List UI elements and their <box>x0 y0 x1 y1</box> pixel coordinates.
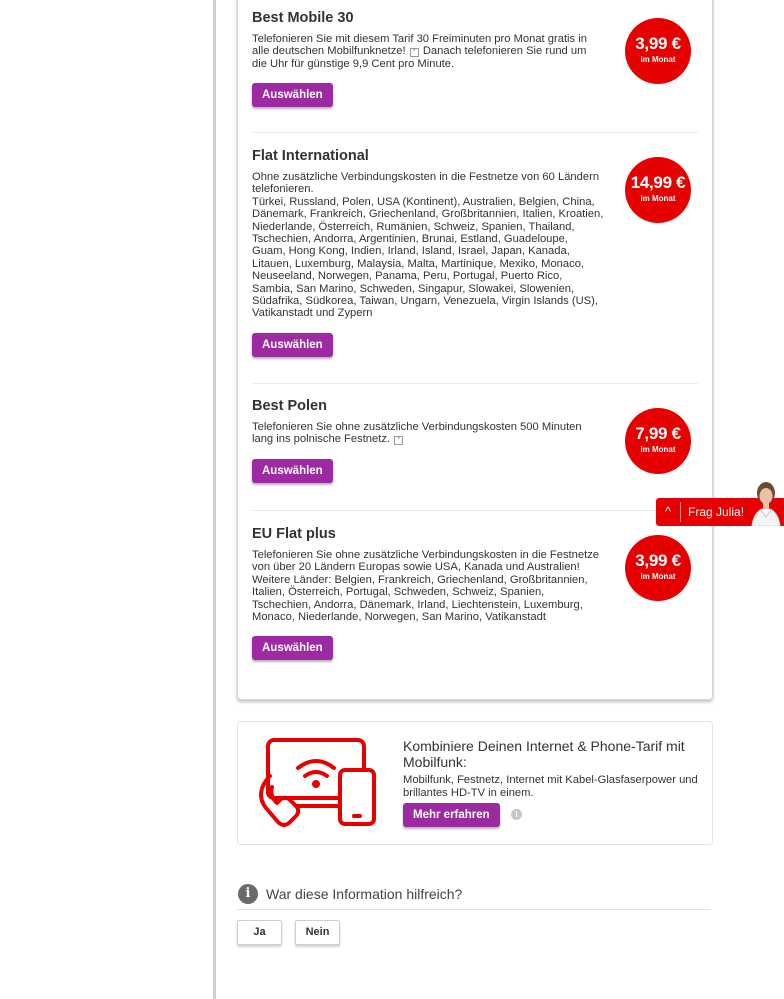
learn-more-button[interactable]: Mehr erfahren <box>403 803 500 827</box>
select-button[interactable]: Auswählen <box>252 83 333 108</box>
no-button[interactable]: Nein <box>295 920 340 945</box>
assistant-avatar[interactable] <box>748 479 784 526</box>
divider <box>252 383 698 384</box>
tariff-description: Telefonieren Sie mit diesem Tarif 30 Fre… <box>252 33 604 70</box>
select-button[interactable]: Auswählen <box>252 636 333 661</box>
divider <box>252 510 698 511</box>
price-period: im Monat <box>640 445 676 454</box>
chat-widget-label: Frag Julia! <box>688 505 745 519</box>
country-list: Weitere Länder: Belgien, Frankreich, Gri… <box>252 573 588 624</box>
footnote-icon[interactable]: * <box>409 48 419 58</box>
tariff-description-text: Telefonieren Sie ohne zusätzliche Verbin… <box>252 549 600 574</box>
tariff-description: Telefonieren Sie ohne zusätzliche Verbin… <box>252 549 604 623</box>
price-amount: 14,99 € <box>630 173 686 192</box>
price-period: im Monat <box>640 194 676 203</box>
info-icon[interactable]: i <box>511 809 522 820</box>
select-button[interactable]: Auswählen <box>252 458 333 483</box>
combo-promo-box: Kombiniere Deinen Internet & Phone-Tarif… <box>237 721 713 845</box>
footnote-icon[interactable]: * <box>394 436 404 446</box>
chat-widget-divider <box>680 502 681 522</box>
tariff-description-text: Ohne zusätzliche Verbindungskosten in di… <box>252 171 600 196</box>
price-badge: 14,99 € im Monat <box>625 157 691 223</box>
feedback-question: War diese Information hilfreich? <box>266 886 463 902</box>
price-badge: 3,99 € im Monat <box>625 535 691 601</box>
price-amount: 3,99 € <box>635 551 681 570</box>
promo-text: Mobilfunk, Festnetz, Internet mit Kabel-… <box>403 774 698 799</box>
country-list: Türkei, Russland, Polen, USA (Kontinent)… <box>252 195 604 320</box>
tariff-description-text: Telefonieren Sie ohne zusätzliche Verbin… <box>252 421 582 446</box>
devices-wifi-icon <box>259 738 376 827</box>
price-badge: 7,99 € im Monat <box>625 408 691 474</box>
price-amount: 7,99 € <box>635 424 681 443</box>
info-icon: i <box>238 884 258 904</box>
divider <box>252 132 698 133</box>
feedback-divider <box>237 909 711 910</box>
chevron-up-icon: ^ <box>664 504 672 519</box>
page-left-border <box>213 0 216 999</box>
tariff-description: Ohne zusätzliche Verbindungskosten in di… <box>252 171 604 320</box>
price-period: im Monat <box>640 55 676 64</box>
yes-button[interactable]: Ja <box>237 920 282 945</box>
price-period: im Monat <box>640 572 676 581</box>
tariff-description: Telefonieren Sie ohne zusätzliche Verbin… <box>252 421 604 446</box>
select-button[interactable]: Auswählen <box>252 332 333 357</box>
price-badge: 3,99 € im Monat <box>625 18 691 84</box>
promo-title: Kombiniere Deinen Internet & Phone-Tarif… <box>403 738 685 770</box>
price-amount: 3,99 € <box>635 34 681 53</box>
